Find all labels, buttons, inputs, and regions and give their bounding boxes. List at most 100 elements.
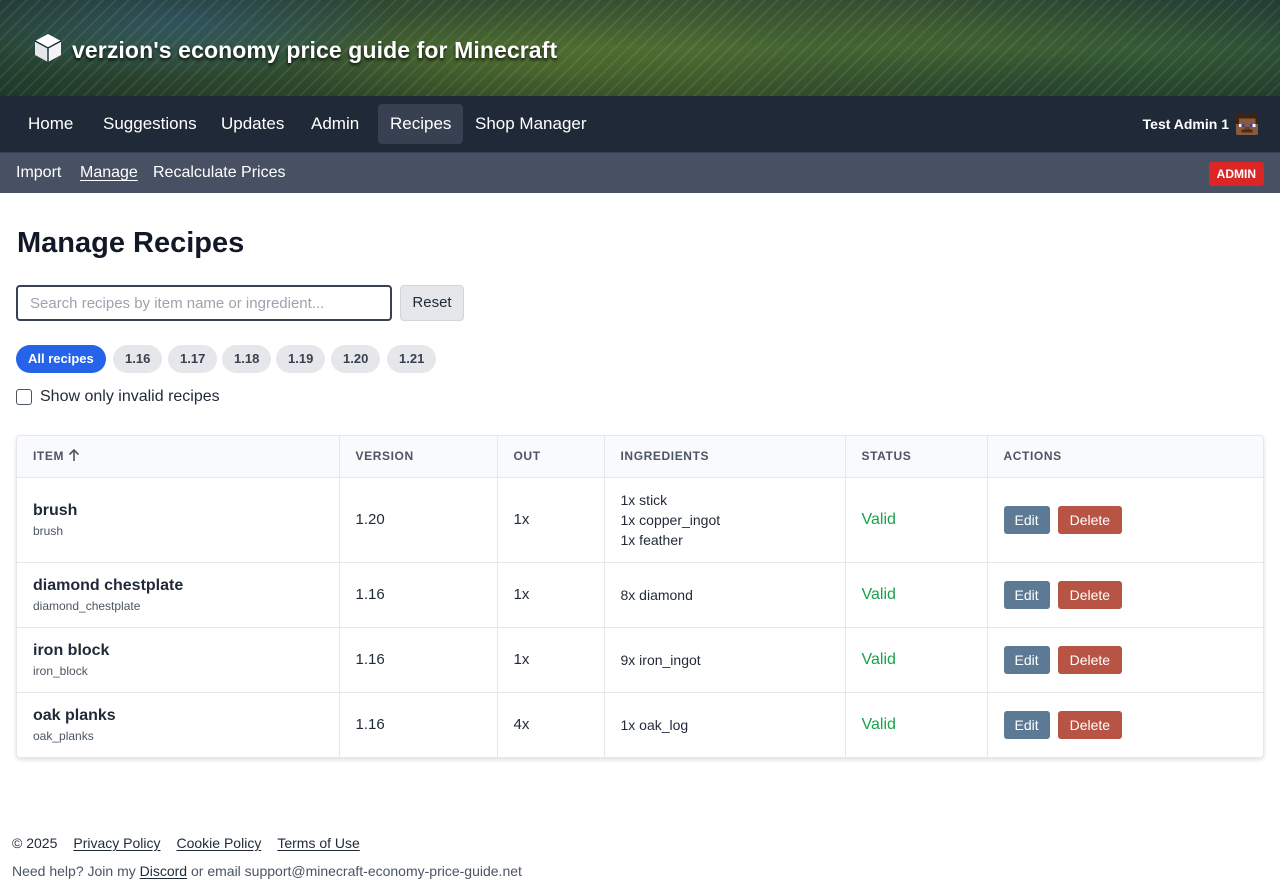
subnav-item-import[interactable]: Import (16, 164, 61, 182)
status-valid: Valid (861, 510, 896, 528)
status-cell: Valid (845, 477, 988, 563)
out-cell: 1x (497, 562, 605, 628)
main-nav: Home Suggestions Updates Admin Recipes S… (0, 96, 1280, 153)
item-id: brush (33, 523, 64, 538)
version-cell: 1.16 (339, 627, 498, 693)
actions-cell: Edit Delete (987, 627, 1263, 693)
recipes-table: ITEM VERSION OUT INGREDIENTS STATUS ACTI… (16, 435, 1264, 758)
status-cell: Valid (845, 692, 988, 757)
table-header-row: ITEM VERSION OUT INGREDIENTS STATUS ACTI… (17, 436, 1263, 478)
terms-of-use-link[interactable]: Terms of Use (277, 835, 359, 851)
nav-item-updates[interactable]: Updates (209, 104, 296, 144)
item-cell: iron block iron_block (17, 627, 340, 693)
item-name: brush (33, 501, 78, 519)
ingredient: 1x feather (620, 531, 683, 548)
invalid-only-label[interactable]: Show only invalid recipes (40, 388, 220, 406)
out-cell: 4x (497, 692, 605, 757)
filter-version-1-18[interactable]: 1.18 (222, 345, 272, 373)
item-name: diamond chestplate (33, 576, 184, 594)
version-cell: 1.16 (339, 562, 498, 628)
ingredients-cell: 8x diamond (604, 562, 846, 628)
item-id: iron_block (33, 663, 88, 678)
out-cell: 1x (497, 627, 605, 693)
version-cell: 1.20 (339, 477, 498, 563)
help-prefix: Need help? Join my (12, 863, 136, 879)
edit-button[interactable]: Edit (1003, 505, 1050, 534)
delete-button[interactable]: Delete (1057, 710, 1123, 739)
filter-version-1-17[interactable]: 1.17 (168, 345, 218, 373)
column-header-item[interactable]: ITEM (17, 436, 340, 478)
table-row: diamond chestplate diamond_chestplate 1.… (17, 562, 1263, 628)
nav-item-recipes[interactable]: Recipes (378, 104, 464, 144)
column-header-version: VERSION (339, 436, 498, 478)
edit-button[interactable]: Edit (1003, 710, 1050, 739)
search-input[interactable] (16, 285, 392, 321)
copyright: © 2025 (12, 835, 58, 851)
nav-item-admin[interactable]: Admin (299, 104, 371, 144)
cookie-policy-link[interactable]: Cookie Policy (177, 835, 262, 851)
ingredients-cell: 1x oak_log (604, 692, 846, 757)
item-name: oak planks (33, 706, 116, 724)
header-banner: verzion's economy price guide for Minecr… (0, 0, 1280, 96)
admin-subnav: Import Manage Recalculate Prices ADMIN (0, 153, 1280, 193)
user-menu[interactable]: Test Admin 1 (1143, 113, 1258, 135)
player-head-icon[interactable] (1236, 113, 1258, 135)
filter-version-1-21[interactable]: 1.21 (387, 345, 437, 373)
edit-button[interactable]: Edit (1003, 645, 1050, 674)
out-cell: 1x (497, 477, 605, 563)
invalid-only-checkbox[interactable] (16, 389, 32, 405)
item-name: iron block (33, 641, 110, 659)
actions-cell: Edit Delete (987, 477, 1263, 563)
brand[interactable]: verzion's economy price guide for Minecr… (34, 33, 557, 68)
delete-button[interactable]: Delete (1057, 645, 1123, 674)
reset-button[interactable]: Reset (400, 285, 464, 321)
status-cell: Valid (845, 627, 988, 693)
ingredient: 1x copper_ingot (620, 511, 721, 528)
column-header-actions: ACTIONS (987, 436, 1263, 478)
status-cell: Valid (845, 562, 988, 628)
user-name[interactable]: Test Admin 1 (1143, 116, 1229, 132)
status-valid: Valid (861, 715, 896, 733)
subnav-item-manage[interactable]: Manage (80, 164, 138, 182)
filter-all-recipes[interactable]: All recipes (16, 345, 106, 373)
delete-button[interactable]: Delete (1057, 580, 1123, 609)
column-header-status: STATUS (845, 436, 988, 478)
help-suffix: or email support@minecraft-economy-price… (191, 863, 522, 879)
ingredient: 1x stick (620, 491, 668, 508)
subnav-item-recalculate-prices[interactable]: Recalculate Prices (153, 164, 286, 182)
table-row: iron block iron_block 1.16 1x 9x iron_in… (17, 627, 1263, 693)
privacy-policy-link[interactable]: Privacy Policy (73, 835, 160, 851)
ingredient: 1x oak_log (620, 716, 689, 733)
discord-link[interactable]: Discord (140, 863, 187, 879)
table-row: brush brush 1.20 1x 1x stick 1x copper_i… (17, 477, 1263, 563)
status-valid: Valid (861, 585, 896, 603)
filter-version-1-16[interactable]: 1.16 (113, 345, 163, 373)
actions-cell: Edit Delete (987, 562, 1263, 628)
delete-button[interactable]: Delete (1057, 505, 1123, 534)
edit-button[interactable]: Edit (1003, 580, 1050, 609)
filter-version-1-20[interactable]: 1.20 (331, 345, 381, 373)
footer-links: © 2025 Privacy Policy Cookie Policy Term… (12, 835, 360, 851)
item-cell: oak planks oak_planks (17, 692, 340, 757)
ingredient: 9x iron_ingot (620, 651, 701, 668)
cube-icon (34, 33, 62, 68)
item-id: oak_planks (33, 728, 94, 743)
nav-item-home[interactable]: Home (16, 104, 85, 144)
column-header-out: OUT (497, 436, 605, 478)
page-title: Manage Recipes (17, 227, 245, 259)
column-header-ingredients: INGREDIENTS (604, 436, 846, 478)
ingredient: 8x diamond (620, 586, 693, 603)
version-cell: 1.16 (339, 692, 498, 757)
item-cell: brush brush (17, 477, 340, 563)
ingredients-cell: 1x stick 1x copper_ingot 1x feather (604, 477, 846, 563)
footer-help: Need help? Join my Discord or email supp… (12, 863, 522, 879)
nav-item-shop-manager[interactable]: Shop Manager (463, 104, 599, 144)
nav-item-suggestions[interactable]: Suggestions (91, 104, 209, 144)
admin-badge: ADMIN (1208, 162, 1264, 186)
site-title[interactable]: verzion's economy price guide for Minecr… (72, 37, 557, 64)
table-row: oak planks oak_planks 1.16 4x 1x oak_log… (17, 692, 1263, 757)
item-id: diamond_chestplate (33, 598, 141, 613)
item-cell: diamond chestplate diamond_chestplate (17, 562, 340, 628)
filter-version-1-19[interactable]: 1.19 (276, 345, 326, 373)
arrow-up-icon (68, 448, 80, 465)
